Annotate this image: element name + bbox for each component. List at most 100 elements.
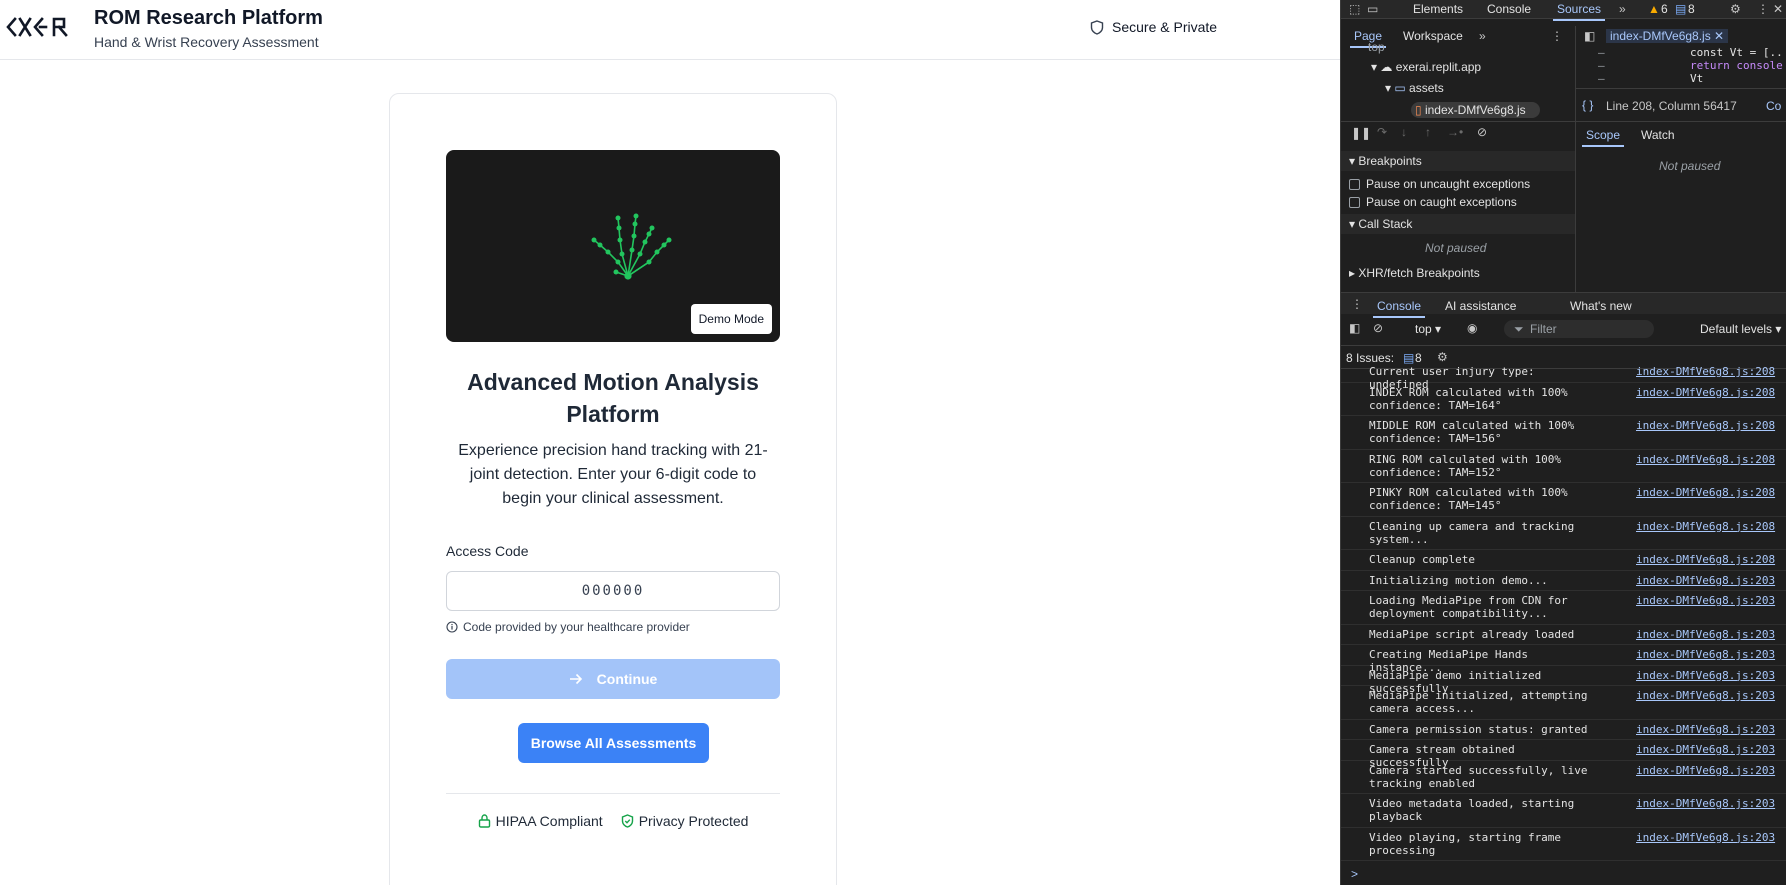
message-icon[interactable]: ▤ <box>1675 2 1686 16</box>
tree-file-row[interactable]: ▯ index-DMfVe6g8.js <box>1411 102 1540 118</box>
console-prompt-row[interactable]: > <box>1341 866 1786 884</box>
drawer-tab-ai-assistance[interactable]: AI assistance <box>1445 299 1516 313</box>
more-subtabs-icon[interactable]: » <box>1479 29 1486 43</box>
pause-resume-icon[interactable]: ❚❚ <box>1351 126 1371 140</box>
console-log-source-link[interactable]: index-DMfVe6g8.js:208 <box>1636 520 1775 533</box>
context-selector[interactable]: top ▾ <box>1415 322 1441 336</box>
console-prompt[interactable]: > <box>1351 867 1358 881</box>
code-editor: ◧ index-DMfVe6g8.js ✕ – – – const Vt = [… <box>1575 26 1786 121</box>
tree-top[interactable]: top <box>1368 40 1385 54</box>
device-toolbar-icon[interactable]: ▭ <box>1367 2 1378 16</box>
drawer-menu-icon[interactable]: ⋮ <box>1351 297 1363 311</box>
console-log-source-link[interactable]: index-DMfVe6g8.js:203 <box>1636 669 1775 682</box>
tab-watch[interactable]: Watch <box>1641 128 1675 142</box>
console-log-source-link[interactable]: index-DMfVe6g8.js:203 <box>1636 594 1775 607</box>
card-divider <box>446 793 780 794</box>
drawer-tab-whats-new[interactable]: What's new <box>1570 299 1632 313</box>
app-title: ROM Research Platform <box>94 7 323 29</box>
tree-host-row[interactable]: ▾ ☁ exerai.replit.app <box>1371 60 1481 74</box>
xhr-breakpoints-header[interactable]: ▸ XHR/fetch Breakpoints <box>1341 263 1575 283</box>
clear-console-icon[interactable]: ⊘ <box>1373 321 1383 335</box>
call-stack-header[interactable]: ▾ Call Stack <box>1341 214 1575 234</box>
console-log-row: Cleanup complete index-DMfVe6g8.js:208 <box>1341 550 1786 571</box>
console-log-source-link[interactable]: index-DMfVe6g8.js:203 <box>1636 628 1775 641</box>
pause-caught-row[interactable]: Pause on caught exceptions <box>1349 195 1517 209</box>
tree-folder-label: assets <box>1409 81 1444 95</box>
tree-file-label: index-DMfVe6g8.js <box>1424 103 1526 117</box>
pause-caught-checkbox[interactable] <box>1349 196 1360 208</box>
console-log-source-link[interactable]: index-DMfVe6g8.js:208 <box>1636 419 1775 432</box>
context-label: top <box>1415 322 1432 336</box>
tree-folder-row[interactable]: ▾ ▭ assets <box>1385 81 1444 95</box>
browse-assessments-button[interactable]: Browse All Assessments <box>518 723 709 763</box>
console-log-row: INDEX ROM calculated with 100% confidenc… <box>1341 383 1786 416</box>
console-log-source-link[interactable]: index-DMfVe6g8.js:208 <box>1636 386 1775 399</box>
live-expression-eye-icon[interactable]: ◉ <box>1467 321 1477 335</box>
drawer-tab-console[interactable]: Console <box>1372 299 1426 318</box>
log-levels-dropdown[interactable]: Default levels ▾ <box>1700 322 1781 336</box>
console-log-source-link[interactable]: index-DMfVe6g8.js:203 <box>1636 743 1775 756</box>
subtab-workspace[interactable]: Workspace <box>1403 29 1463 43</box>
debugger-split <box>1575 122 1576 292</box>
settings-gear-icon[interactable]: ⚙ <box>1730 2 1741 16</box>
headline: Advanced Motion Analysis Platform <box>410 366 816 430</box>
file-tab[interactable]: index-DMfVe6g8.js ✕ <box>1606 29 1729 43</box>
console-log-row: RING ROM calculated with 100% confidence… <box>1341 450 1786 483</box>
console-log-source-link[interactable]: index-DMfVe6g8.js:208 <box>1636 553 1775 566</box>
console-log-message: MediaPipe initialized, attempting camera… <box>1369 689 1588 715</box>
console-log-source-link[interactable]: index-DMfVe6g8.js:203 <box>1636 831 1775 844</box>
step-icon[interactable]: →• <box>1447 125 1463 139</box>
inspect-element-icon[interactable]: ⬚ <box>1349 2 1360 16</box>
hint-text: Code provided by your healthcare provide… <box>463 620 690 634</box>
coverage-label[interactable]: Co <box>1766 99 1781 113</box>
step-out-icon[interactable]: ↑ <box>1425 125 1431 139</box>
console-log-source-link[interactable]: index-DMfVe6g8.js:203 <box>1636 797 1775 810</box>
console-log-source-link[interactable]: index-DMfVe6g8.js:203 <box>1636 723 1775 736</box>
warning-icon[interactable]: ▲ <box>1648 2 1660 16</box>
folder-icon: ▭ <box>1394 81 1406 95</box>
step-into-icon[interactable]: ↓ <box>1401 125 1407 139</box>
console-log-source-link[interactable]: index-DMfVe6g8.js:203 <box>1636 574 1775 587</box>
tab-scope[interactable]: Scope <box>1581 128 1625 147</box>
pause-uncaught-checkbox[interactable] <box>1349 178 1360 190</box>
access-code-label: Access Code <box>446 543 529 559</box>
pause-uncaught-row[interactable]: Pause on uncaught exceptions <box>1349 177 1530 191</box>
access-code-input[interactable] <box>446 571 780 611</box>
console-log-source-link[interactable]: index-DMfVe6g8.js:208 <box>1636 365 1775 378</box>
scope-not-paused: Not paused <box>1659 159 1721 173</box>
continue-button[interactable]: Continue <box>446 659 780 699</box>
console-log-source-link[interactable]: index-DMfVe6g8.js:203 <box>1636 764 1775 777</box>
toggle-navigator-icon[interactable]: ◧ <box>1584 29 1595 43</box>
message-count: 8 <box>1688 2 1695 16</box>
devtools-toolbar: ⬚ ▭ Elements Console Sources » ▲ 6 ▤ 8 ⚙… <box>1341 0 1786 21</box>
console-log-source-link[interactable]: index-DMfVe6g8.js:203 <box>1636 689 1775 702</box>
console-log-source-link[interactable]: index-DMfVe6g8.js:208 <box>1636 453 1775 466</box>
drawer-tabs: ⋮ Console AI assistance What's new <box>1341 292 1786 318</box>
tab-sources[interactable]: Sources <box>1552 2 1606 21</box>
close-devtools-icon[interactable]: ✕ <box>1773 2 1783 16</box>
console-filter-input[interactable]: Filter <box>1530 322 1557 336</box>
breakpoints-header[interactable]: ▾ Breakpoints <box>1341 151 1575 171</box>
arrow-right-icon <box>569 673 582 685</box>
more-options-icon[interactable]: ⋮ <box>1757 2 1769 16</box>
pause-caught-label: Pause on caught exceptions <box>1366 195 1517 209</box>
tab-console[interactable]: Console <box>1487 2 1531 16</box>
deactivate-breakpoints-icon[interactable]: ⊘ <box>1477 125 1487 139</box>
console-filter-box[interactable]: ⏷ Filter <box>1504 320 1654 338</box>
access-card: Demo Mode Advanced Motion Analysis Platf… <box>389 93 837 885</box>
console-log-source-link[interactable]: index-DMfVe6g8.js:203 <box>1636 648 1775 661</box>
secure-private-label: Secure & Private <box>1112 19 1218 35</box>
more-tabs-icon[interactable]: » <box>1619 2 1626 16</box>
devtools-panel: ⬚ ▭ Elements Console Sources » ▲ 6 ▤ 8 ⚙… <box>1340 0 1786 885</box>
navigator-menu-icon[interactable]: ⋮ <box>1551 29 1563 43</box>
warning-count: 6 <box>1661 2 1668 16</box>
code-line-2: return console <box>1690 59 1783 72</box>
sidebar-toggle-icon[interactable]: ◧ <box>1349 321 1360 335</box>
console-log-message: Cleanup complete <box>1369 553 1475 566</box>
pretty-print-icon[interactable]: { } <box>1582 98 1593 112</box>
console-log-source-link[interactable]: index-DMfVe6g8.js:208 <box>1636 486 1775 499</box>
tab-elements[interactable]: Elements <box>1413 2 1463 16</box>
pause-uncaught-label: Pause on uncaught exceptions <box>1366 177 1531 191</box>
step-over-icon[interactable]: ↷ <box>1377 125 1387 139</box>
file-tree: top ▾ ☁ exerai.replit.app ▾ ▭ assets ▯ i… <box>1341 40 1575 121</box>
